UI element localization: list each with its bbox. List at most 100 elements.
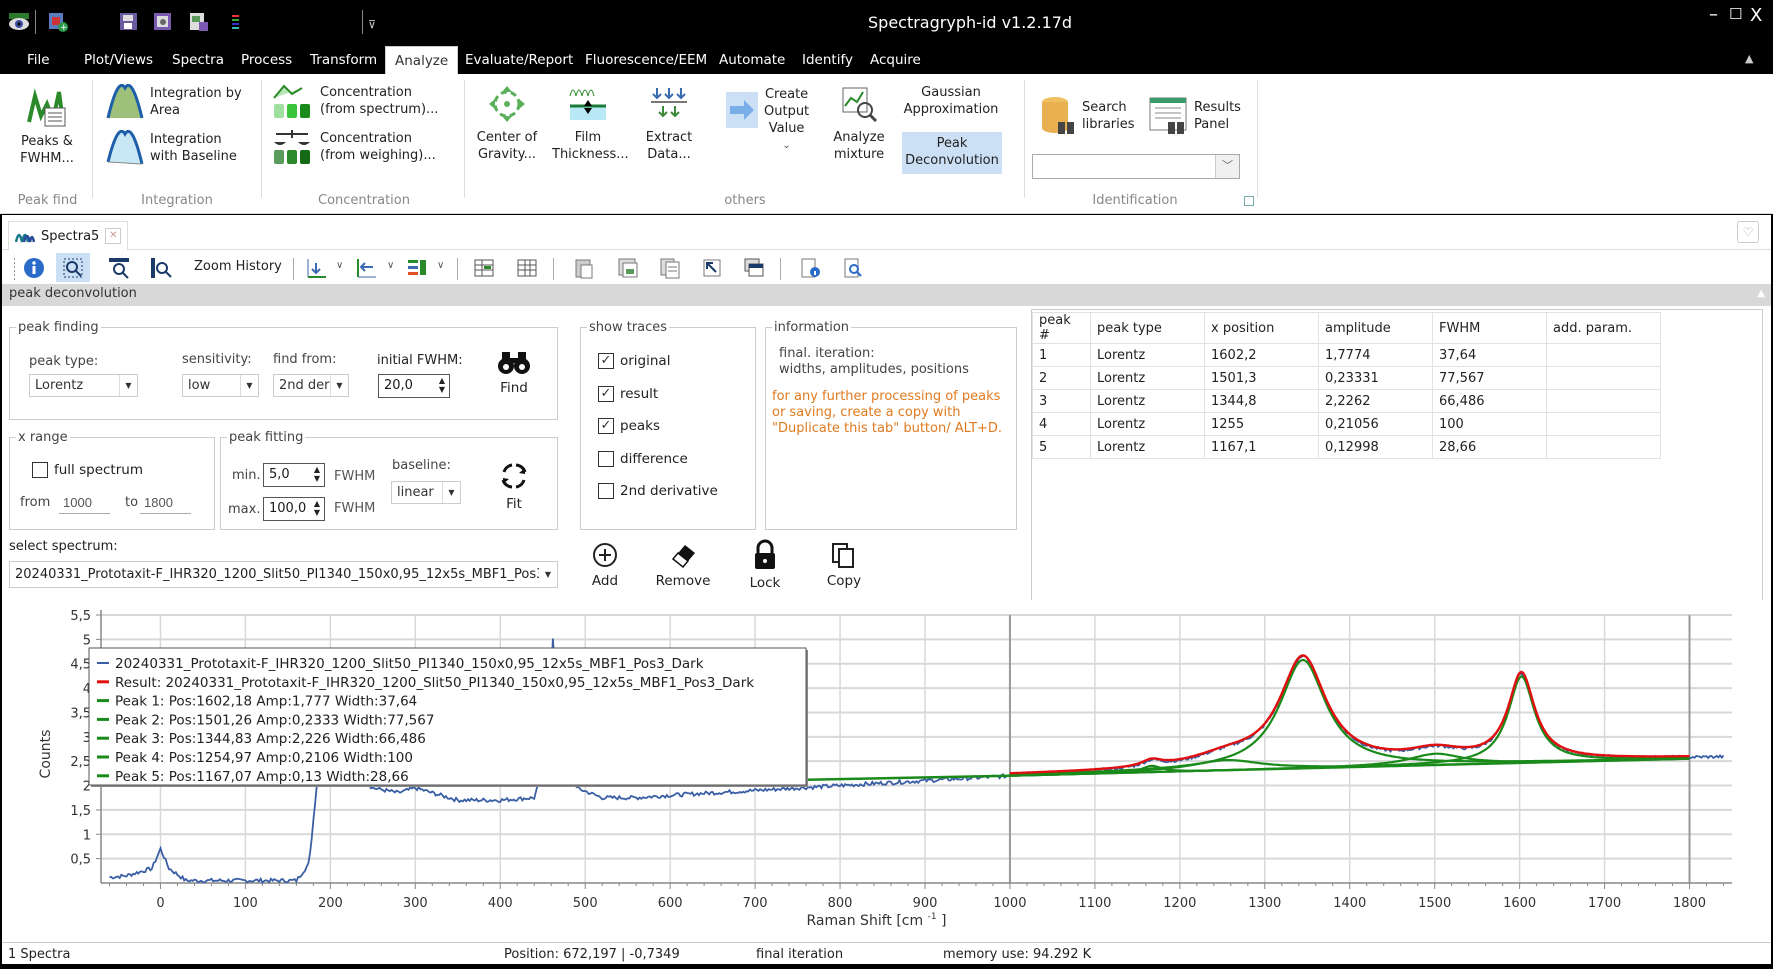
menu-analyze[interactable]: Analyze [385,46,459,75]
insert-table-icon[interactable] [472,256,496,280]
table-cell[interactable]: 1602,2 [1204,343,1319,367]
table-cell[interactable]: Lorentz [1090,389,1205,413]
table-row[interactable]: 2 Lorentz 1501,3 0,23331 77,567 [1032,366,1661,390]
fit-button[interactable]: Fit [494,460,534,512]
menu-acquire[interactable]: Acquire [870,52,921,68]
table-cell[interactable]: 1501,3 [1204,366,1319,390]
table-cell[interactable]: 5 [1032,435,1091,459]
table-cell[interactable] [1546,412,1661,436]
table-cell[interactable]: Lorentz [1090,412,1205,436]
menu-evaluate-report[interactable]: Evaluate/Report [465,52,573,68]
zoom-box-icon[interactable] [56,253,90,282]
concentration-from-spectrum-button[interactable]: Concentration (from spectrum)... [272,82,438,120]
full-spectrum-checkbox[interactable]: full spectrum [32,462,143,478]
trace-2nd-derivative-checkbox[interactable]: 2nd derivative [598,483,718,499]
menu-plot-views[interactable]: Plot/Views [84,52,153,68]
menu-spectra[interactable]: Spectra [172,52,224,68]
column-header[interactable]: peak type [1090,312,1205,344]
y-axis-down-icon[interactable] [304,256,328,280]
table-cell[interactable]: Lorentz [1090,343,1205,367]
find-from-select[interactable]: 2nd deriva ▼ [273,374,349,397]
table-cell[interactable]: Lorentz [1090,366,1205,390]
settings-save-icon[interactable] [152,11,174,33]
table-cell[interactable]: 1255 [1204,412,1319,436]
chevron-down-icon[interactable]: ∨ [336,260,343,271]
menu-automate[interactable]: Automate [719,52,785,68]
menu-process[interactable]: Process [241,52,292,68]
max-fwhm-spinner[interactable]: 100,0 ▲ ▼ [263,497,325,521]
color-traces-icon[interactable] [405,256,429,280]
table-grid-icon[interactable] [515,256,539,280]
column-header[interactable]: amplitude [1318,312,1433,344]
identification-combo[interactable]: ﹀ [1032,154,1240,179]
table-cell[interactable]: 1 [1032,343,1091,367]
table-cell[interactable] [1546,366,1661,390]
integration-by-area-button[interactable]: Integration by Area [106,84,242,120]
menu-fluorescence-eem[interactable]: Fluorescence/EEM [585,52,707,68]
table-row[interactable]: 5 Lorentz 1167,1 0,12998 28,66 [1032,435,1661,459]
dialog-launcher-icon[interactable] [1244,196,1254,206]
maximize-button[interactable]: ☐ [1729,5,1742,23]
duplicate-tab-icon[interactable] [742,256,766,280]
export-image-icon[interactable] [188,11,210,33]
chart-svg[interactable]: 0,511,522,533,544,555,50 100 200 300 400 500 6… [2,600,1771,930]
to-input[interactable] [140,492,191,514]
table-cell[interactable]: 2 [1032,366,1091,390]
x-axis-left-icon[interactable] [354,256,378,280]
film-thickness-button[interactable]: Film Thickness... [552,84,629,163]
table-cell[interactable]: 37,64 [1432,343,1547,367]
table-row[interactable]: 1 Lorentz 1602,2 1,7774 37,64 [1032,343,1661,367]
search-libraries-button[interactable]: Search libraries [1040,96,1135,136]
column-header[interactable]: x position [1204,312,1319,344]
menu-file[interactable]: File [27,52,50,68]
peaks-fwhm-button[interactable]: Peaks & FWHM... [14,86,80,167]
spin-arrows-icon[interactable]: ▲ ▼ [314,499,320,517]
trace-difference-checkbox[interactable]: difference [598,451,688,467]
integration-with-baseline-button[interactable]: Integration with Baseline [106,130,237,166]
detach-window-icon[interactable] [700,256,724,280]
info-icon[interactable] [22,256,46,280]
checkbox-box[interactable]: ✓ [598,386,614,402]
concentration-from-weighing-button[interactable]: Concentration (from weighing)... [272,128,436,166]
baseline-select[interactable]: linear ▼ [391,481,461,504]
table-cell[interactable]: 1167,1 [1204,435,1319,459]
create-output-value-button[interactable]: Create Output Value ⌄ [726,86,809,154]
paste-icon[interactable] [572,256,596,280]
table-cell[interactable] [1546,389,1661,413]
checkbox-box[interactable] [32,462,48,478]
collapse-panel-icon[interactable]: ▲ [1757,288,1765,299]
peak-type-select[interactable]: Lorentz ▼ [29,374,138,397]
table-row[interactable]: 3 Lorentz 1344,8 2,2262 66,486 [1032,389,1661,413]
gaussian-approximation-button[interactable]: Gaussian Approximation [900,84,1002,118]
tab-close-icon[interactable]: ✕ [105,228,122,244]
column-header[interactable]: add. param. [1546,312,1661,344]
checkbox-box[interactable] [598,451,614,467]
extract-data-button[interactable]: Extract Data... [636,84,702,163]
center-of-gravity-button[interactable]: Center of Gravity... [474,84,540,163]
spectrum-chart[interactable]: 0,5 1 1,5 2 2,5 3 3,5 4 4,5 5 5,5 0 100 200 300 400 500 6… [2,600,1771,930]
zoom-vertical-icon[interactable] [149,256,173,280]
tab-spectra5[interactable]: Spectra5 ✕ [8,221,129,250]
menu-identify[interactable]: Identify [802,52,853,68]
initial-fwhm-spinner[interactable]: 20,0 ▲ ▼ [378,374,450,398]
zoom-history-button[interactable]: Zoom History [194,259,282,274]
minimize-button[interactable]: – [1709,4,1718,25]
find-button[interactable]: Find [494,348,534,396]
table-cell[interactable]: 0,23331 [1318,366,1433,390]
save-icon[interactable] [118,11,140,33]
customize-quick-access-icon[interactable]: ⊽ [368,18,390,40]
checkbox-box[interactable]: ✓ [598,353,614,369]
table-cell[interactable]: 0,12998 [1318,435,1433,459]
table-cell[interactable]: 28,66 [1432,435,1547,459]
analyze-mixture-button[interactable]: Analyze mixture [826,84,892,163]
from-input[interactable] [59,492,110,514]
table-row[interactable]: 4 Lorentz 1255 0,21056 100 [1032,412,1661,436]
select-spectrum-dropdown[interactable]: 20240331_Prototaxit-F_IHR320_1200_Slit50… [9,561,558,588]
copy-button[interactable]: Copy [822,541,866,589]
column-header[interactable]: FWHM [1432,312,1547,344]
lock-button[interactable]: Lock [745,539,785,591]
table-cell[interactable]: 1344,8 [1204,389,1319,413]
table-cell[interactable] [1546,435,1661,459]
chevron-down-icon[interactable]: ﹀ [1215,155,1239,178]
table-cell[interactable] [1546,343,1661,367]
